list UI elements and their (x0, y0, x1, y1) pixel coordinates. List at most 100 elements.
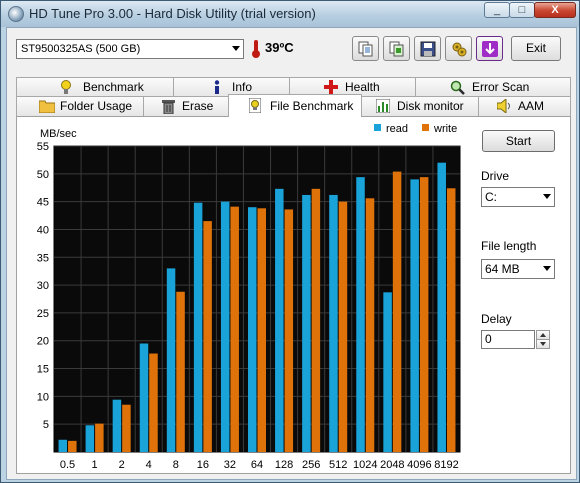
write-bar (446, 188, 456, 452)
y-tick-label: 25 (37, 308, 49, 320)
benchmark-chart: 5 10 15 20 25 30 35 40 45 50 55MB/sec 0.5 1 2 4 8 16 32 64… (37, 123, 461, 471)
chevron-down-icon (543, 266, 551, 271)
read-bar (166, 268, 176, 452)
x-tick-label: 16 (197, 459, 209, 471)
legend-read-swatch (374, 124, 381, 131)
drive-label: Drive (481, 169, 510, 183)
disk-monitor-icon (376, 99, 390, 113)
app-window: HD Tune Pro 3.00 - Hard Disk Utility (tr… (0, 0, 580, 483)
tab-error-scan[interactable]: Error Scan (415, 77, 571, 97)
x-tick-label: 8192 (434, 459, 458, 471)
save-button[interactable] (414, 36, 441, 61)
read-bar (112, 399, 122, 452)
maximize-button[interactable]: □ (509, 2, 535, 18)
chevron-down-icon (232, 46, 240, 51)
x-tick-label: 1024 (353, 459, 377, 471)
write-bar (95, 423, 104, 452)
download-button[interactable] (476, 36, 503, 61)
chevron-up-icon (540, 333, 546, 337)
write-bar (68, 440, 77, 452)
drive-select-value: C: (485, 190, 497, 204)
read-bar (302, 194, 311, 452)
y-tick-label: 5 (43, 419, 49, 431)
read-bar (85, 425, 95, 452)
x-tick-label: 2 (119, 459, 125, 471)
read-bar (220, 201, 230, 452)
options-icon (452, 42, 467, 57)
write-bar (365, 198, 375, 452)
x-tick-label: 32 (224, 459, 236, 471)
temperature-readout: 39ºC (265, 40, 294, 55)
delay-input[interactable]: 0 (481, 330, 535, 349)
read-bar (275, 188, 284, 452)
options-button[interactable] (445, 36, 472, 61)
read-bar (58, 439, 68, 452)
exit-button[interactable]: Exit (511, 36, 561, 61)
tab-benchmark[interactable]: Benchmark (16, 77, 174, 97)
delay-spin-down[interactable] (536, 339, 550, 349)
x-tick-label: 8 (173, 459, 179, 471)
read-bar (437, 162, 446, 452)
x-tick-label: 256 (302, 459, 320, 471)
y-tick-label: 15 (37, 364, 49, 376)
lightbulb-icon (61, 80, 71, 94)
x-tick-label: 512 (329, 459, 347, 471)
write-bar (311, 188, 321, 452)
chevron-down-icon (543, 194, 551, 199)
copy-info-button[interactable] (352, 36, 379, 61)
file-benchmark-icon (249, 98, 261, 113)
legend-write-label: write (433, 123, 457, 135)
file-length-select[interactable]: 64 MB (481, 259, 555, 279)
start-button[interactable]: Start (482, 130, 555, 152)
save-icon (420, 41, 436, 57)
copy-screen-button[interactable] (383, 36, 410, 61)
write-bar (419, 177, 429, 452)
read-bar (383, 292, 392, 452)
tab-benchmark-label: Benchmark (83, 80, 144, 94)
app-icon (8, 6, 24, 22)
magnifier-icon (450, 80, 465, 95)
x-tick-label: 4 (146, 459, 152, 471)
y-tick-label: 10 (37, 391, 49, 403)
read-bar (329, 194, 338, 452)
y-tick-label: 20 (37, 336, 49, 348)
read-bar (248, 207, 257, 452)
y-tick-label: 50 (37, 169, 49, 181)
write-bar (392, 171, 402, 453)
y-axis-label: MB/sec (40, 128, 77, 140)
tab-disk-monitor-label: Disk monitor (397, 99, 464, 113)
title-bar[interactable]: HD Tune Pro 3.00 - Hard Disk Utility (tr… (1, 1, 579, 27)
file-length-select-value: 64 MB (485, 262, 520, 276)
disk-selector[interactable]: ST9500325AS (500 GB) (16, 39, 244, 59)
minimize-button[interactable]: _ (484, 2, 510, 18)
read-bar (139, 343, 149, 452)
x-tick-label: 2048 (380, 459, 404, 471)
write-bar (257, 208, 266, 452)
x-tick-label: 64 (251, 459, 263, 471)
tab-aam[interactable]: AAM (478, 96, 571, 116)
y-tick-label: 30 (37, 280, 49, 292)
tab-erase-label: Erase (182, 99, 214, 113)
disk-selector-value: ST9500325AS (500 GB) (21, 43, 141, 55)
copy-info-icon (358, 41, 373, 57)
window-title: HD Tune Pro 3.00 - Hard Disk Utility (tr… (29, 6, 316, 21)
health-cross-icon (324, 80, 338, 94)
y-tick-label: 40 (37, 224, 49, 236)
read-bar (410, 179, 419, 452)
file-length-label: File length (481, 239, 537, 253)
tab-file-benchmark[interactable]: File Benchmark (228, 94, 362, 117)
write-bar (338, 201, 348, 452)
tab-erase[interactable]: Erase (143, 96, 229, 116)
y-tick-label: 35 (37, 252, 49, 264)
legend-read-label: read (386, 123, 408, 135)
write-bar (284, 209, 294, 452)
x-tick-label: 4096 (407, 459, 431, 471)
tab-folder-usage[interactable]: Folder Usage (16, 96, 144, 116)
write-bar (176, 291, 185, 452)
thermometer-icon (252, 40, 260, 58)
tab-disk-monitor[interactable]: Disk monitor (361, 96, 479, 116)
close-button[interactable]: X (534, 2, 576, 18)
read-bar (193, 202, 203, 452)
drive-select[interactable]: C: (481, 187, 555, 207)
y-tick-label: 55 (37, 141, 49, 153)
